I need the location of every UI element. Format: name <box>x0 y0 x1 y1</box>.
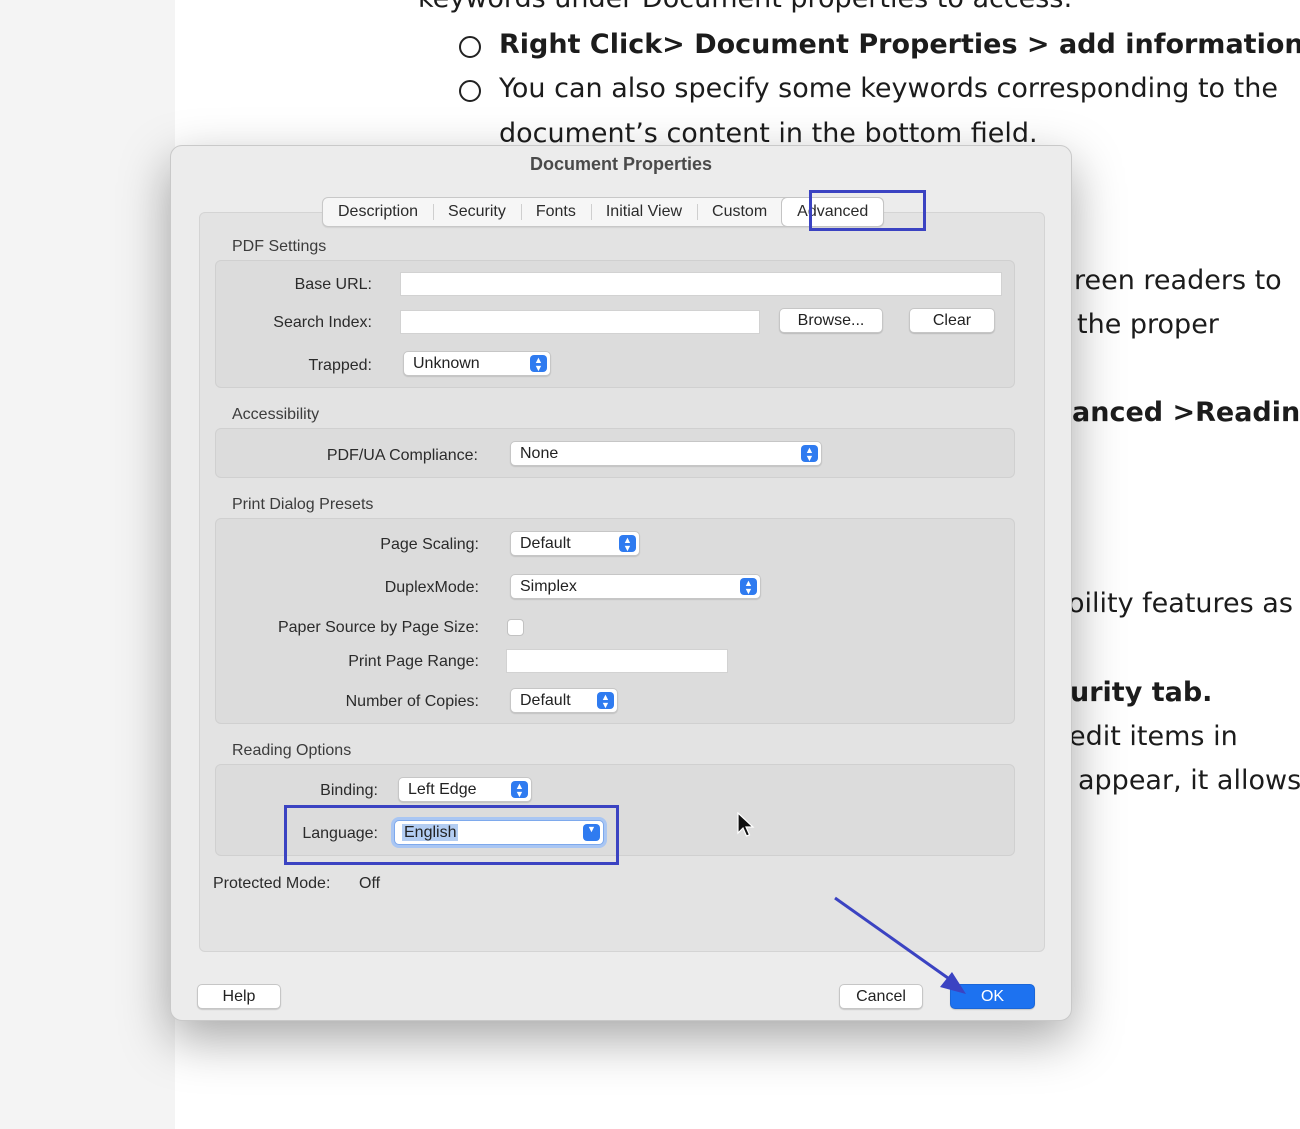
binding-value: Left Edge <box>408 781 477 798</box>
doc-fragment: reen readers to <box>1074 265 1282 296</box>
number-of-copies-label: Number of Copies: <box>345 693 479 710</box>
updown-chevron-icon: ▲ ▼ <box>530 355 547 373</box>
ok-button[interactable]: OK <box>950 984 1035 1009</box>
number-of-copies-value: Default <box>520 692 571 709</box>
doc-fragment-bold: urity tab. <box>1070 677 1213 708</box>
paper-source-checkbox[interactable] <box>507 619 524 636</box>
print-page-range-label: Print Page Range: <box>348 653 479 670</box>
pdfua-compliance-value: None <box>520 445 559 462</box>
trapped-select[interactable]: Unknown ▲ ▼ <box>403 351 551 376</box>
binding-label: Binding: <box>320 782 378 799</box>
pdfua-compliance-select[interactable]: None ▲ ▼ <box>510 441 822 466</box>
page-scaling-select[interactable]: Default ▲ ▼ <box>510 531 640 556</box>
paper-source-label: Paper Source by Page Size: <box>277 619 479 636</box>
page-scaling-value: Default <box>520 535 571 552</box>
cancel-button[interactable]: Cancel <box>839 984 923 1009</box>
doc-fragment-bold: anced >Reading <box>1072 397 1300 428</box>
doc-bullet-keywords: You can also specify some keywords corre… <box>499 73 1278 104</box>
number-of-copies-select[interactable]: Default ▲ ▼ <box>510 688 618 713</box>
search-index-label: Search Index: <box>273 314 372 331</box>
mouse-pointer-icon <box>737 812 755 837</box>
protected-mode-label: Protected Mode: <box>213 875 331 892</box>
duplex-mode-select[interactable]: Simplex ▲ ▼ <box>510 574 761 599</box>
tab-description[interactable]: Description <box>323 198 433 226</box>
binding-select[interactable]: Left Edge ▲ ▼ <box>398 777 532 802</box>
tab-custom[interactable]: Custom <box>697 198 782 226</box>
section-pdf-settings: PDF Settings <box>232 238 327 255</box>
language-highlight <box>284 805 619 865</box>
section-accessibility: Accessibility <box>232 406 320 423</box>
updown-chevron-icon: ▲ ▼ <box>801 445 818 463</box>
search-index-field[interactable] <box>400 310 760 334</box>
tab-fonts[interactable]: Fonts <box>520 198 591 226</box>
clear-button[interactable]: Clear <box>909 308 995 333</box>
base-url-label: Base URL: <box>294 276 372 293</box>
tab-bar: Description Security Fonts Initial View … <box>322 197 885 227</box>
updown-chevron-icon: ▲ ▼ <box>619 535 636 553</box>
trapped-label: Trapped: <box>308 357 372 374</box>
doc-fragment: the proper <box>1077 309 1219 340</box>
trapped-value: Unknown <box>413 355 480 372</box>
print-page-range-field[interactable] <box>506 649 728 673</box>
tab-initial-view[interactable]: Initial View <box>590 198 697 226</box>
bullet-circle-icon <box>459 80 481 102</box>
duplex-mode-label: DuplexMode: <box>384 579 479 596</box>
section-reading-options: Reading Options <box>232 742 352 759</box>
tab-security[interactable]: Security <box>433 198 521 226</box>
section-print-dialog-presets: Print Dialog Presets <box>232 496 374 513</box>
doc-line-keywords: keywords under Document properties to ac… <box>418 0 1073 14</box>
page-left-margin <box>0 0 175 1129</box>
doc-bullet-right-click: Right Click> Document Properties > add i… <box>499 29 1300 60</box>
advanced-tab-highlight <box>809 190 926 231</box>
duplex-mode-value: Simplex <box>520 578 577 595</box>
document-properties-dialog: Document Properties Description Security… <box>170 145 1072 1021</box>
dialog-title: Document Properties <box>529 154 713 174</box>
bullet-circle-icon <box>459 36 481 58</box>
help-button[interactable]: Help <box>197 984 281 1009</box>
pdfua-compliance-label: PDF/UA Compliance: <box>326 447 478 464</box>
doc-fragment: edit items in <box>1069 721 1238 752</box>
browse-button[interactable]: Browse... <box>779 308 883 333</box>
doc-fragment: appear, it allows <box>1078 765 1300 796</box>
page-scaling-label: Page Scaling: <box>380 536 479 553</box>
protected-mode-value: Off <box>359 875 381 892</box>
updown-chevron-icon: ▲ ▼ <box>511 781 528 799</box>
updown-chevron-icon: ▲ ▼ <box>740 578 757 596</box>
updown-chevron-icon: ▲ ▼ <box>597 692 614 710</box>
base-url-field[interactable] <box>400 272 1002 296</box>
doc-fragment: oility features as <box>1068 588 1293 619</box>
